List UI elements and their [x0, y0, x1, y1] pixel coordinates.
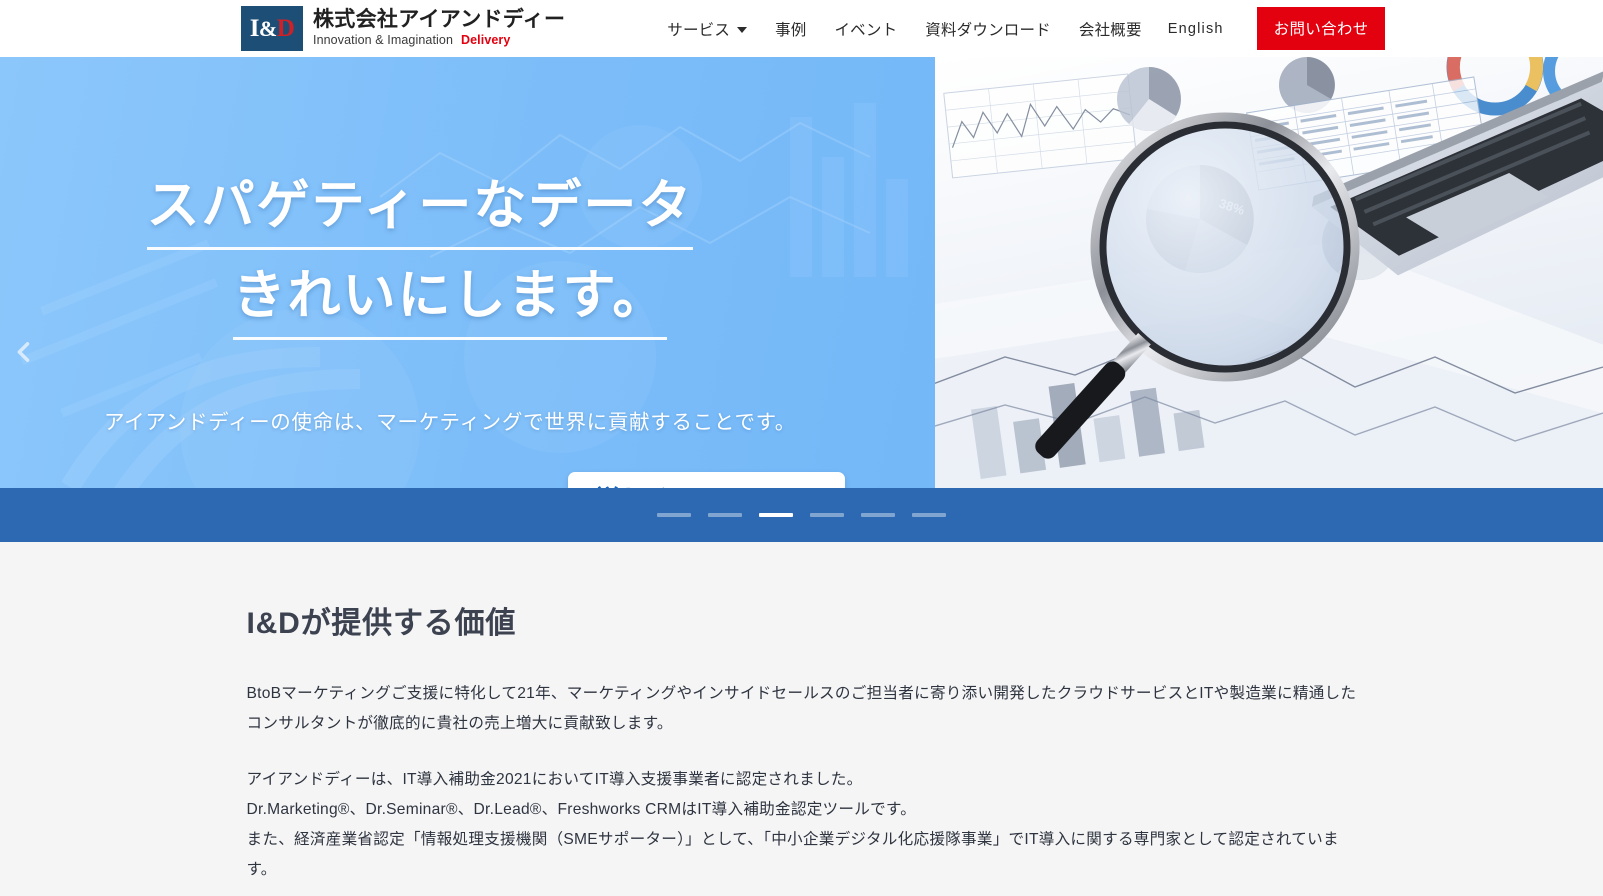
hero-content: スパゲティーなデータ きれいにします。 アイアンドディーの使命は、マーケティング… [0, 57, 935, 488]
carousel-dot-6[interactable] [912, 513, 946, 517]
hero-subtitle: アイアンドディーの使命は、マーケティングで世界に貢献することです。 [103, 411, 796, 434]
tagline-main: Innovation & Imagination [313, 33, 453, 48]
carousel-prev-button[interactable] [10, 338, 38, 366]
value-proposition-section: I&Dが提供する価値 BtoBマーケティングご支援に特化して21年、マーケティン… [0, 542, 1603, 896]
header-contact-button[interactable]: お問い合わせ [1256, 7, 1386, 50]
nav-item-english[interactable]: English [1156, 15, 1236, 43]
logo-letter-amp: & [258, 15, 277, 41]
site-logo[interactable]: I & D 株式会社アイアンドディー Innovation & Imaginatio… [241, 6, 565, 51]
content-container: I&Dが提供する価値 BtoBマーケティングご支援に特化して21年、マーケティン… [242, 598, 1362, 896]
chevron-down-icon [737, 26, 748, 33]
page-title: I&Dが提供する価値 [246, 607, 517, 640]
hero-photo: 38% [935, 57, 1603, 488]
logo-letter-d: D [276, 14, 295, 42]
nav-item-company[interactable]: 会社概要 [1065, 12, 1156, 46]
nav-item-services[interactable]: サービス [653, 12, 761, 46]
certification-line-1: アイアンドディーは、IT導入補助金2021においてIT導入支援事業者に認定されま… [246, 770, 863, 788]
hero-cta-label: 詳しくはコチラ [594, 480, 780, 488]
logo-mark: I & D [241, 6, 303, 51]
hero-cta-button[interactable]: 詳しくはコチラ ＞ [568, 472, 845, 488]
nav-item-events[interactable]: イベント [820, 12, 911, 46]
nav-item-cases[interactable]: 事例 [761, 12, 820, 46]
company-tagline: Innovation & Imagination Delivery [313, 34, 565, 47]
hero-headline-line2: きれいにします。 [232, 265, 668, 340]
carousel-dot-3[interactable] [759, 513, 793, 517]
hero-headline-line1-wrap: スパゲティーなデータ [0, 175, 840, 250]
nav-item-downloads[interactable]: 資料ダウンロード [911, 12, 1065, 46]
company-name: 株式会社アイアンドディー [313, 8, 566, 32]
certification-line-2: Dr.Marketing®、Dr.Seminar®、Dr.Lead®、Fresh… [246, 800, 917, 818]
main-navigation: サービス 事例 イベント 資料ダウンロード 会社概要 English お問い合わ… [653, 7, 1386, 50]
hero-headline-line2-wrap: きれいにします。 [0, 265, 900, 340]
hero-headline-line1: スパゲティーなデータ [146, 175, 694, 250]
certification-line-3: また、経済産業省認定「情報処理支援機関（SMEサポーター）」として、「中小企業デ… [246, 830, 1339, 878]
intro-paragraph: BtoBマーケティングご支援に特化して21年、マーケティングやインサイドセールス… [246, 685, 1357, 732]
carousel-dot-4[interactable] [810, 513, 844, 517]
chevron-right-icon: ＞ [792, 480, 819, 488]
carousel-dot-5[interactable] [861, 513, 895, 517]
carousel-indicator-bar [0, 488, 1603, 542]
carousel-dot-1[interactable] [657, 513, 691, 517]
certification-paragraph: アイアンドディーは、IT導入補助金2021においてIT導入支援事業者に認定されま… [247, 765, 1357, 885]
site-header: I & D 株式会社アイアンドディー Innovation & Imaginatio… [0, 0, 1603, 57]
hero-carousel-slide: 38% [0, 57, 1603, 488]
nav-label-services: サービス [667, 21, 731, 39]
logo-letter-i: I [249, 14, 260, 42]
logo-text-block: 株式会社アイアンドディー Innovation & Imagination Del… [313, 9, 565, 47]
carousel-dot-2[interactable] [708, 513, 742, 517]
tagline-accent: Delivery [461, 33, 511, 48]
